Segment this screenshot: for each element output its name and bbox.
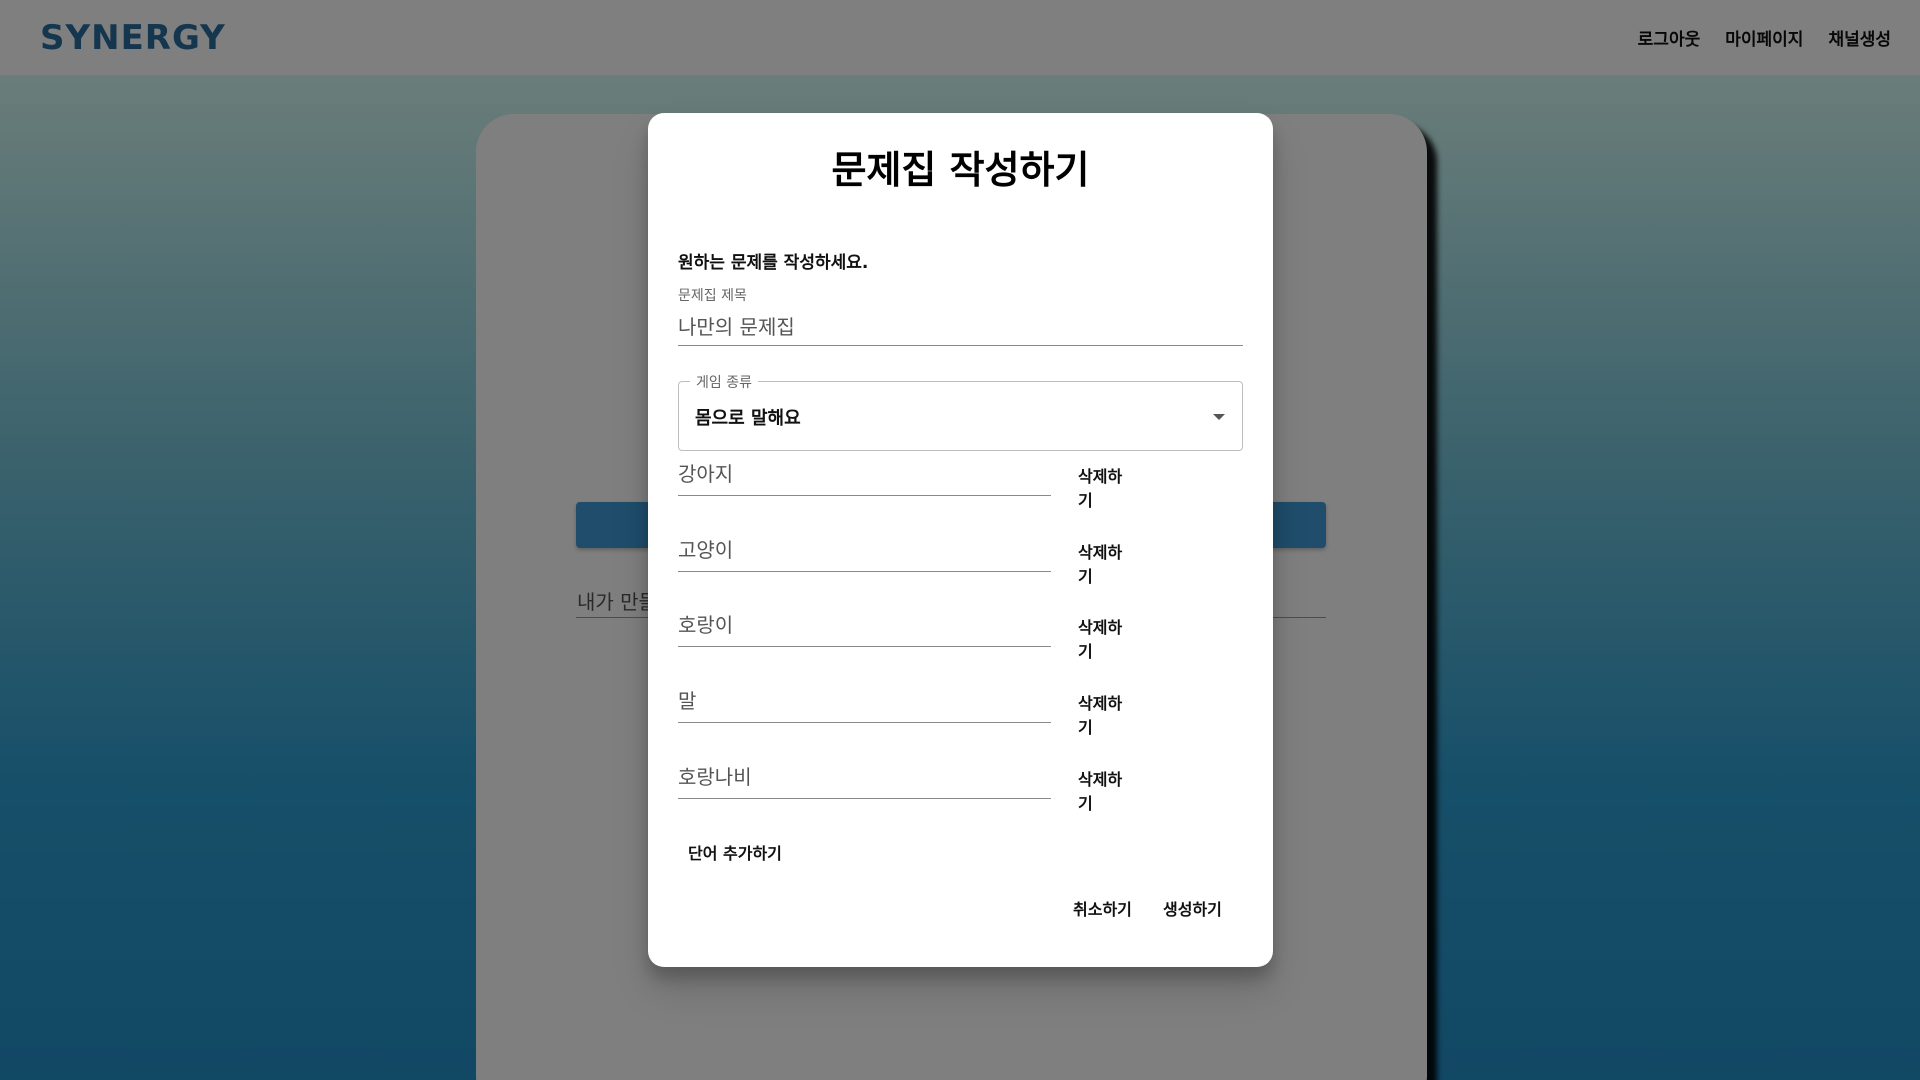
word-row: 강아지 삭제하기: [678, 458, 1128, 510]
delete-word-button[interactable]: 삭제하기: [1078, 766, 1128, 814]
caret-down-icon[interactable]: [1213, 414, 1225, 420]
delete-word-button[interactable]: 삭제하기: [1078, 539, 1128, 587]
problem-set-title-label: 문제집 제목: [678, 288, 747, 304]
word-input[interactable]: 강아지: [678, 458, 733, 487]
word-row: 호랑나비 삭제하기: [678, 761, 1128, 813]
word-input[interactable]: 호랑이: [678, 609, 733, 638]
game-type-value: 몸으로 말해요: [695, 408, 801, 429]
word-input[interactable]: 호랑나비: [678, 761, 752, 790]
cancel-button[interactable]: 취소하기: [1073, 896, 1132, 920]
game-type-label: 게임 종류: [690, 372, 758, 392]
problem-set-title-input[interactable]: 나만의 문제집: [678, 311, 795, 340]
delete-word-button[interactable]: 삭제하기: [1078, 690, 1128, 738]
word-underline: [678, 722, 1051, 723]
delete-word-button[interactable]: 삭제하기: [1078, 614, 1128, 662]
problem-set-title-underline: [678, 345, 1243, 346]
word-underline: [678, 571, 1051, 572]
word-underline: [678, 798, 1051, 799]
dialog-description: 원하는 문제를 작성하세요.: [678, 253, 869, 273]
dialog-title: 문제집 작성하기: [831, 148, 1090, 192]
create-button[interactable]: 생성하기: [1163, 896, 1222, 920]
word-underline: [678, 646, 1051, 647]
word-input[interactable]: 말: [678, 685, 696, 714]
word-row: 말 삭제하기: [678, 685, 1128, 737]
word-input[interactable]: 고양이: [678, 534, 733, 563]
word-row: 고양이 삭제하기: [678, 534, 1128, 586]
word-underline: [678, 495, 1051, 496]
add-word-button[interactable]: 단어 추가하기: [688, 840, 782, 864]
game-type-select[interactable]: 게임 종류 몸으로 말해요: [678, 372, 1243, 451]
delete-word-button[interactable]: 삭제하기: [1078, 463, 1128, 511]
create-problem-set-dialog: 문제집 작성하기 원하는 문제를 작성하세요. 문제집 제목 나만의 문제집 게…: [648, 113, 1273, 967]
word-row: 호랑이 삭제하기: [678, 609, 1128, 661]
